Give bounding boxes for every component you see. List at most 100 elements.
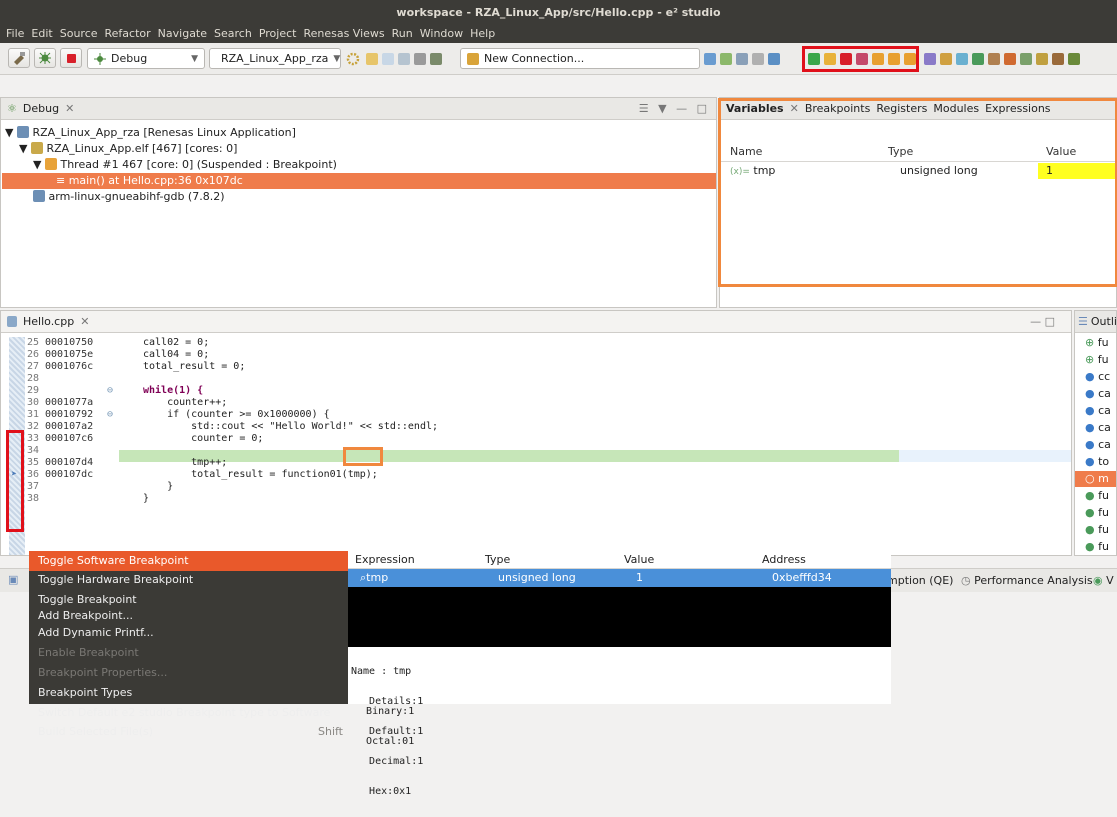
console-icon[interactable]: ▣	[8, 573, 18, 586]
menu-item-toggle-software-breakpoint[interactable]: Toggle Software Breakpoint	[29, 551, 377, 571]
build-config-icon[interactable]	[430, 53, 442, 65]
fold-icon[interactable]: ⊖	[107, 385, 113, 397]
line-address: 00010792	[45, 409, 94, 420]
tree-row-gdb[interactable]: arm-linux-gnueabihf-gdb (7.8.2)	[33, 189, 225, 205]
close-icon[interactable]: ✕	[80, 315, 89, 328]
column-header-address[interactable]: Address	[762, 553, 806, 566]
outline-item[interactable]: ● ca	[1085, 403, 1111, 419]
tab-label: V	[1106, 574, 1114, 587]
menu-renesas-views[interactable]: Renesas Views	[303, 25, 384, 43]
variables-view: Variables ✕ Breakpoints Registers Module…	[718, 97, 1117, 308]
save-icon[interactable]	[382, 53, 394, 65]
menu-item-add-breakpoint[interactable]: Add Breakpoint...	[29, 609, 377, 623]
build-icon[interactable]	[8, 48, 30, 68]
menu-source[interactable]: Source	[60, 25, 98, 43]
chevron-down-icon: ▼	[333, 53, 341, 64]
column-header-expression[interactable]: Expression	[355, 553, 415, 566]
outline-label: ca	[1098, 421, 1111, 434]
plugin-icon[interactable]	[1020, 53, 1032, 65]
edit-icon[interactable]	[1036, 53, 1048, 65]
menu-item-build-selected-files[interactable]: Build Selected File(s) Shift	[29, 722, 377, 742]
menu-edit[interactable]: Edit	[31, 25, 52, 43]
outline-item[interactable]: ● fu	[1085, 522, 1109, 538]
outline-item[interactable]: ● ca	[1085, 437, 1111, 453]
tree-row-thread[interactable]: ▼ Thread #1 467 [core: 0] (Suspended : B…	[33, 157, 337, 173]
minimize-maximize-icons[interactable]: — □	[1030, 315, 1055, 328]
menu-item-switch-default-breakpoint-type[interactable]: Switch Default e2 studio Breakpoint type…	[29, 703, 377, 722]
code-line: counter++;	[143, 397, 228, 408]
menu-navigate[interactable]: Navigate	[158, 25, 207, 43]
menu-run[interactable]: Run	[392, 25, 413, 43]
tab-v[interactable]: ◉ V	[1093, 574, 1114, 587]
profile-icon[interactable]	[988, 53, 1000, 65]
outline-item[interactable]: ● fu	[1085, 488, 1109, 504]
menu-help[interactable]: Help	[470, 25, 495, 43]
new-file-icon[interactable]	[366, 53, 378, 65]
analysis-icon[interactable]	[972, 53, 984, 65]
save-all-icon[interactable]	[398, 53, 410, 65]
tab-label: Performance Analysis	[974, 574, 1093, 587]
tab-outline[interactable]: Outli	[1091, 315, 1116, 328]
menu-item-toggle-breakpoint[interactable]: Toggle Breakpoint	[29, 591, 377, 609]
menu-search[interactable]: Search	[214, 25, 252, 43]
connection-select[interactable]: New Connection...	[460, 48, 700, 69]
hover-details: Name : tmp Details:1 Default:1 Decimal:1…	[348, 647, 891, 797]
tab-qe[interactable]: mption (QE)	[887, 574, 953, 587]
menu-window[interactable]: Window	[420, 25, 463, 43]
tab-debug[interactable]: Debug	[23, 102, 59, 115]
code-line: if (counter >= 0x1000000) {	[143, 409, 330, 420]
outline-item-selected[interactable]: ○ m	[1075, 471, 1116, 487]
tab-performance-analysis[interactable]: ◷ Performance Analysis	[961, 574, 1093, 587]
clock-icon: ◷	[961, 574, 971, 587]
console-icon[interactable]	[752, 53, 764, 65]
outline-label: fu	[1098, 489, 1109, 502]
column-header-type[interactable]: Type	[485, 553, 510, 566]
code-line: tmp++;	[143, 457, 228, 468]
view-toolbar-icons[interactable]: ☰ ▼ — □	[639, 102, 710, 115]
outline-item[interactable]: ● ca	[1085, 386, 1111, 402]
instruction-step-icon[interactable]	[924, 53, 936, 65]
tree-row-process[interactable]: ▼ RZA_Linux_App.elf [467] [cores: 0]	[19, 141, 237, 157]
tools-icon[interactable]	[414, 53, 426, 65]
fold-icon[interactable]: ⊖	[107, 409, 113, 421]
line-number: 36	[27, 469, 40, 480]
function-circle-icon: ○	[1085, 472, 1095, 485]
thread-icon	[44, 158, 57, 170]
tab-hello-cpp[interactable]: Hello.cpp	[23, 315, 74, 328]
launch-config-select[interactable]: RZA_Linux_App_rza ▼	[209, 48, 341, 69]
step-icon[interactable]	[720, 53, 732, 65]
bug-icon[interactable]	[1068, 53, 1080, 65]
hover-row-tmp[interactable]: ⌕tmp unsigned long 1 0xbefffd34	[348, 569, 891, 587]
terminal-icon[interactable]	[768, 53, 780, 65]
menu-file[interactable]: File	[6, 25, 24, 43]
stop-icon[interactable]	[60, 48, 82, 68]
settings-gear-icon[interactable]	[346, 52, 360, 69]
trace-icon[interactable]	[956, 53, 968, 65]
menu-project[interactable]: Project	[259, 25, 297, 43]
launch-mode-select[interactable]: Debug ▼	[87, 48, 205, 69]
code-area[interactable]: 25 00010750 call02 = 0; 26 0001075e call04 =…	[1, 337, 1061, 555]
outline-item[interactable]: ● cc	[1085, 369, 1110, 385]
detail-line: Binary:1	[348, 706, 415, 717]
menu-item-breakpoint-types[interactable]: Breakpoint Types	[29, 683, 377, 703]
filter-icon[interactable]	[940, 53, 952, 65]
pin-icon[interactable]	[1052, 53, 1064, 65]
outline-item[interactable]: ● fu	[1085, 505, 1109, 521]
close-icon[interactable]: ✕	[65, 102, 74, 115]
column-header-value[interactable]: Value	[624, 553, 654, 566]
tree-row-stack-frame[interactable]: ≡ main() at Hello.cpp:36 0x107dc	[2, 173, 716, 189]
menu-item-toggle-hardware-breakpoint[interactable]: Toggle Hardware Breakpoint	[29, 571, 377, 589]
menu-refactor[interactable]: Refactor	[105, 25, 151, 43]
outline-item[interactable]: ● ca	[1085, 420, 1111, 436]
outline-item[interactable]: ⊕ fu	[1085, 352, 1109, 368]
refresh-icon[interactable]	[1004, 53, 1016, 65]
outline-item[interactable]: ● to	[1085, 454, 1109, 470]
debug-bug-icon[interactable]	[34, 48, 56, 68]
skip-icon[interactable]	[736, 53, 748, 65]
connect-icon[interactable]	[704, 53, 716, 65]
outline-item[interactable]: ⊕ fu	[1085, 335, 1109, 351]
outline-item[interactable]: ● fu	[1085, 539, 1109, 555]
outline-label: cc	[1098, 370, 1111, 383]
tree-row-launch[interactable]: ▼ RZA_Linux_App_rza [Renesas Linux Appli…	[5, 125, 296, 141]
menu-item-add-dynamic-printf[interactable]: Add Dynamic Printf...	[29, 623, 377, 643]
